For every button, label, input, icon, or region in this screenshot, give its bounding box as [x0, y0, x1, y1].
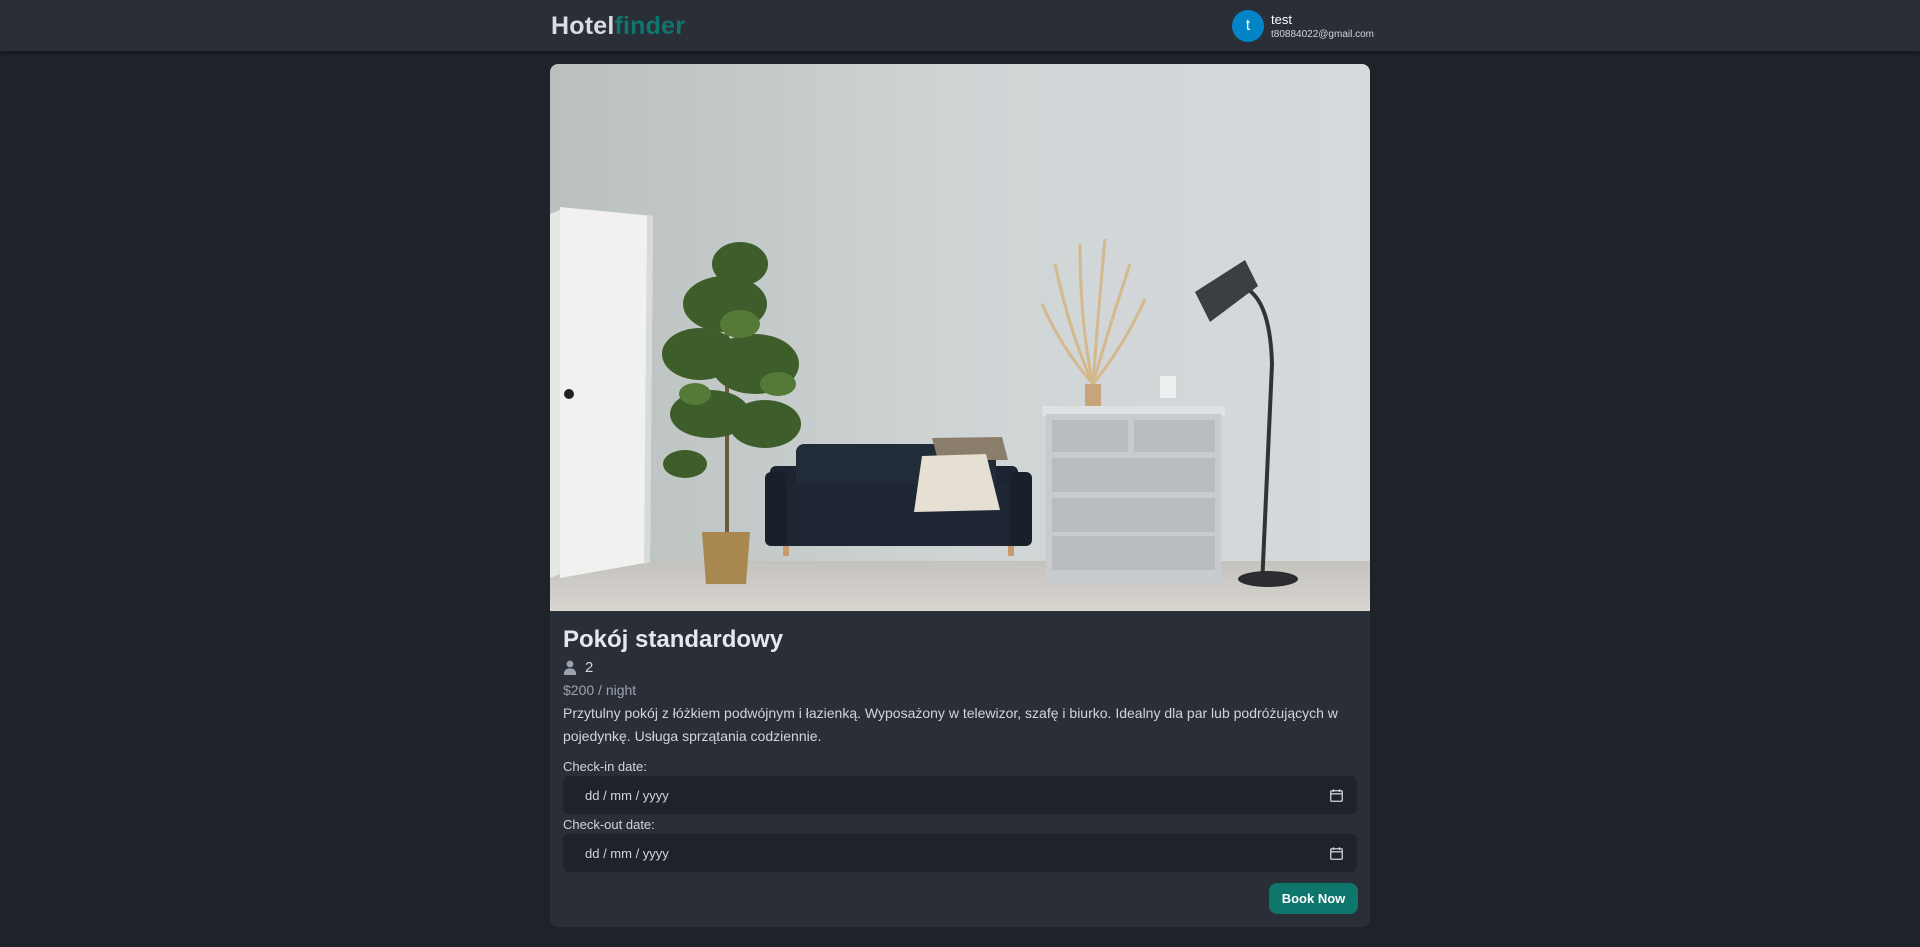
- brand-part-finder: finder: [614, 12, 686, 40]
- room-title: Pokój standardowy: [563, 626, 784, 653]
- room-price: $200 / night: [563, 682, 637, 698]
- navbar: Hotelfinder t test t80884022@gmail.com: [0, 0, 1920, 51]
- calendar-icon[interactable]: [1330, 788, 1343, 802]
- checkout-label: Check-out date:: [563, 817, 655, 832]
- checkout-date-input[interactable]: dd / mm / yyyy: [563, 834, 1357, 872]
- room-photo: [550, 64, 1370, 611]
- room-description: Przytulny pokój z łóżkiem podwójnym i ła…: [563, 705, 1338, 744]
- user-name: test: [1271, 11, 1292, 27]
- avatar[interactable]: t: [1232, 10, 1264, 42]
- guest-count: 2: [563, 658, 593, 676]
- user-menu[interactable]: t test t80884022@gmail.com: [1232, 10, 1374, 42]
- calendar-icon[interactable]: [1330, 846, 1343, 860]
- user-info: test t80884022@gmail.com: [1271, 13, 1374, 40]
- checkout-date-placeholder: dd / mm / yyyy: [585, 845, 669, 861]
- guest-count-value: 2: [585, 658, 594, 676]
- book-now-button[interactable]: Book Now: [1269, 883, 1358, 914]
- checkin-date-placeholder: dd / mm / yyyy: [585, 787, 669, 803]
- user-email: t80884022@gmail.com: [1271, 28, 1374, 40]
- user-icon: [563, 660, 577, 675]
- checkin-label: Check-in date:: [563, 759, 647, 774]
- brand-logo[interactable]: Hotelfinder: [551, 12, 685, 41]
- brand-part-hotel: Hotel: [551, 12, 615, 40]
- checkin-date-input[interactable]: dd / mm / yyyy: [563, 776, 1357, 814]
- room-card: Pokój standardowy 2 $200 / night Przytul…: [550, 64, 1370, 927]
